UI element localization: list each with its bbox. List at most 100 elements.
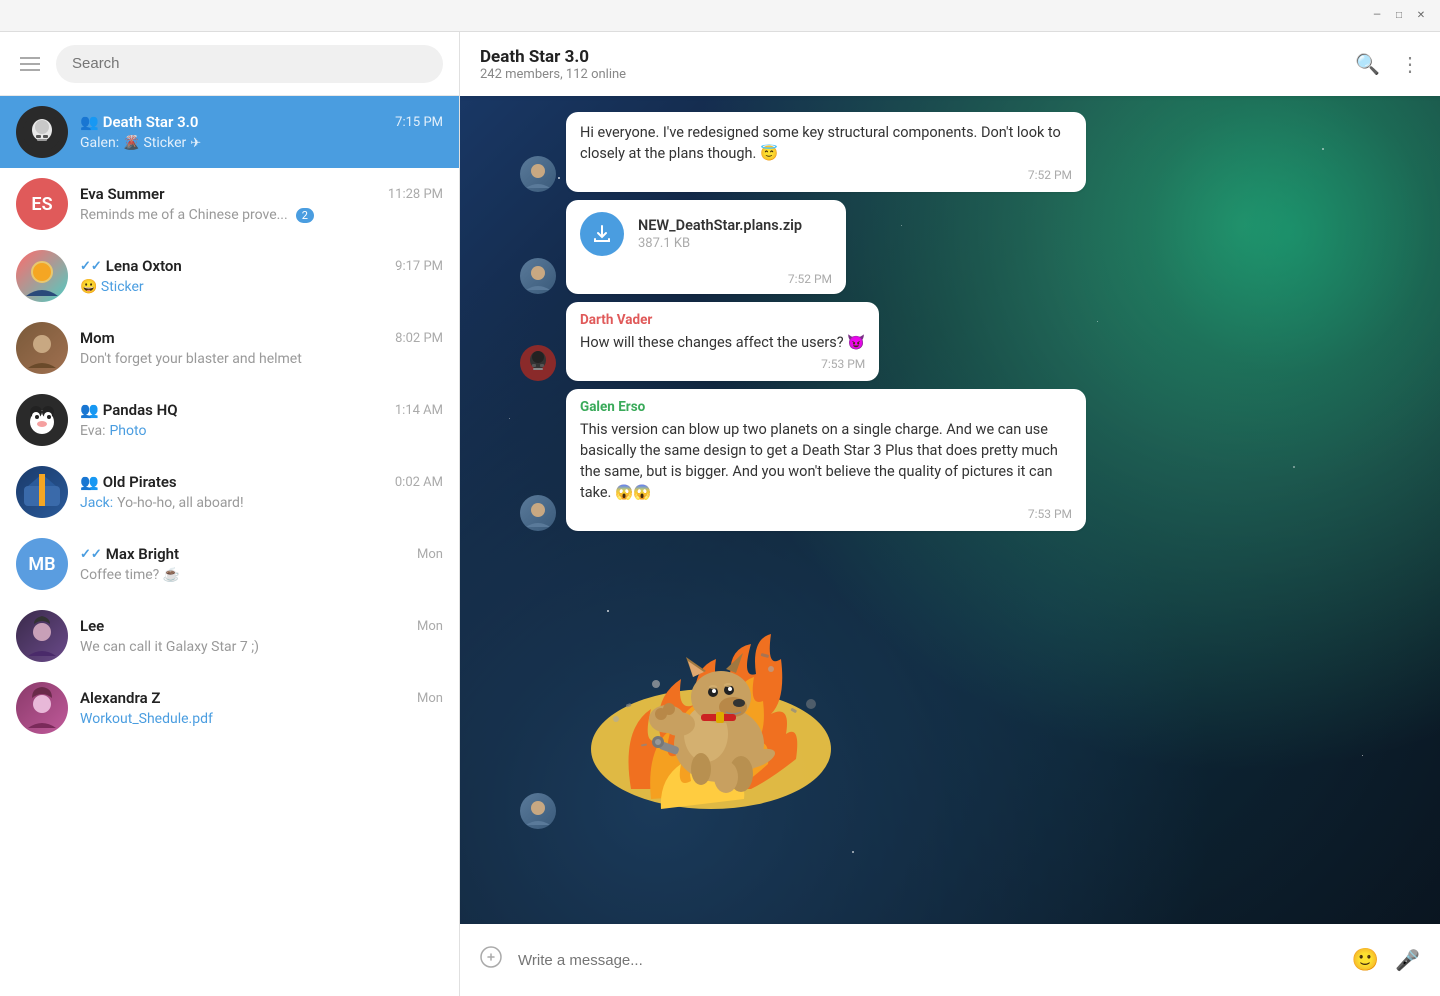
chat-content-pirates: 👥 Old Pirates 0:02 AM Jack: Yo-ho-ho, al…: [80, 473, 443, 511]
chat-content-lena: ✓✓ Lena Oxton 9:17 PM 😀 Sticker: [80, 257, 443, 295]
chat-item-pirates[interactable]: 👥 Old Pirates 0:02 AM Jack: Yo-ho-ho, al…: [0, 456, 459, 528]
chat-item-lee[interactable]: Lee Mon We can call it Galaxy Star 7 ;): [0, 600, 459, 672]
window-controls: — □ ✕: [1370, 9, 1428, 23]
minimize-button[interactable]: —: [1370, 9, 1384, 23]
sender-name-vader: Darth Vader: [580, 312, 865, 328]
read-receipt-maxbright: ✓✓: [80, 547, 102, 562]
chat-name-row-maxbright: ✓✓ Max Bright Mon: [80, 545, 443, 563]
chat-list: 👥 Death Star 3.0 7:15 PM Galen: 🌋 Sticke…: [0, 96, 459, 996]
chat-item-maxbright[interactable]: MB ✓✓ Max Bright Mon Coffee time? ☕: [0, 528, 459, 600]
chat-name-row-lee: Lee Mon: [80, 617, 443, 635]
chat-name-row-pirates: 👥 Old Pirates 0:02 AM: [80, 473, 443, 491]
chat-preview-eva: Reminds me of a Chinese prove... 2: [80, 207, 443, 223]
chat-item-lena[interactable]: ✓✓ Lena Oxton 9:17 PM 😀 Sticker: [0, 240, 459, 312]
attach-button[interactable]: [480, 946, 502, 974]
maximize-button[interactable]: □: [1392, 9, 1406, 23]
chat-name-row: 👥 Death Star 3.0 7:15 PM: [80, 113, 443, 131]
window-chrome: — □ ✕: [0, 0, 1440, 32]
chat-time-pandas: 1:14 AM: [395, 403, 443, 418]
read-receipt-lena: ✓✓: [80, 259, 102, 274]
chat-header-actions: 🔍 ⋮: [1355, 52, 1420, 76]
mic-button[interactable]: 🎤: [1395, 948, 1420, 972]
chat-preview-pirates: Jack: Yo-ho-ho, all aboard!: [80, 495, 443, 511]
chat-name-eva: Eva Summer: [80, 185, 165, 203]
bubble-1: Hi everyone. I've redesigned some key st…: [566, 112, 1086, 192]
bubble-text-3: How will these changes affect the users?…: [580, 332, 865, 353]
chat-name-row-eva: Eva Summer 11:28 PM: [80, 185, 443, 203]
sidebar: 👥 Death Star 3.0 7:15 PM Galen: 🌋 Sticke…: [0, 32, 460, 996]
chat-content-mom: Mom 8:02 PM Don't forget your blaster an…: [80, 329, 443, 367]
chat-header-info: Death Star 3.0 242 members, 112 online: [480, 47, 626, 82]
file-name: NEW_DeathStar.plans.zip: [638, 217, 832, 234]
chat-name-deathstar: 👥 Death Star 3.0: [80, 113, 199, 131]
chat-name-lena: ✓✓ Lena Oxton: [80, 257, 182, 275]
chat-preview-maxbright: Coffee time? ☕: [80, 567, 443, 583]
chat-content-deathstar: 👥 Death Star 3.0 7:15 PM Galen: 🌋 Sticke…: [80, 113, 443, 151]
chat-name-alex: Alexandra Z: [80, 689, 160, 707]
chat-content-pandas: 👥 Pandas HQ 1:14 AM Eva: Photo: [80, 401, 443, 439]
chat-name-row-pandas: 👥 Pandas HQ 1:14 AM: [80, 401, 443, 419]
chat-name-pandas: 👥 Pandas HQ: [80, 401, 178, 419]
avatar-lee: [16, 610, 68, 662]
msg-avatar-2: [520, 258, 556, 294]
chat-content-maxbright: ✓✓ Max Bright Mon Coffee time? ☕: [80, 545, 443, 583]
chat-time-lee: Mon: [417, 619, 443, 634]
chat-item-mom[interactable]: Mom 8:02 PM Don't forget your blaster an…: [0, 312, 459, 384]
message-input[interactable]: [518, 952, 1336, 969]
chat-item-eva[interactable]: ES Eva Summer 11:28 PM Reminds me of a C…: [0, 168, 459, 240]
file-size: 387.1 KB: [638, 236, 832, 251]
group-icon-pandas: 👥: [80, 401, 99, 419]
message-2: NEW_DeathStar.plans.zip 387.1 KB 7:52 PM: [520, 200, 1380, 294]
msg-avatar-1: [520, 156, 556, 192]
avatar-eva: ES: [16, 178, 68, 230]
chat-time-maxbright: Mon: [417, 547, 443, 562]
search-chat-button[interactable]: 🔍: [1355, 52, 1380, 76]
input-area: 🙂 🎤: [460, 924, 1440, 996]
chat-time-eva: 11:28 PM: [388, 187, 443, 202]
send-icon-deathstar: ✈: [190, 136, 201, 151]
file-time: 7:52 PM: [566, 272, 846, 294]
chat-time-lena: 9:17 PM: [395, 259, 443, 274]
bubble-text-4: This version can blow up two planets on …: [580, 419, 1072, 503]
chat-header-subtitle: 242 members, 112 online: [480, 67, 626, 82]
sticker-sender-avatar: [520, 793, 556, 829]
chat-content-eva: Eva Summer 11:28 PM Reminds me of a Chin…: [80, 185, 443, 223]
avatar-alex: [16, 682, 68, 734]
message-3: Darth Vader How will these changes affec…: [520, 302, 1380, 381]
hamburger-line: [20, 57, 40, 59]
hamburger-line: [20, 69, 40, 71]
avatar-pandas: [16, 394, 68, 446]
chat-name-pirates: 👥 Old Pirates: [80, 473, 177, 491]
bubble-time-3: 7:53 PM: [580, 357, 865, 371]
chat-preview-deathstar: Galen: 🌋 Sticker ✈: [80, 135, 443, 151]
file-download-button[interactable]: [580, 212, 624, 256]
more-options-button[interactable]: ⋮: [1400, 52, 1420, 76]
emoji-button[interactable]: 🙂: [1352, 948, 1379, 973]
chat-preview-lee: We can call it Galaxy Star 7 ;): [80, 639, 443, 655]
chat-name-maxbright: ✓✓ Max Bright: [80, 545, 179, 563]
group-icon-pirates: 👥: [80, 473, 99, 491]
photo-link-pandas: Photo: [109, 423, 146, 439]
chat-name-row-lena: ✓✓ Lena Oxton 9:17 PM: [80, 257, 443, 275]
avatar-deathstar: [16, 106, 68, 158]
close-button[interactable]: ✕: [1414, 9, 1428, 23]
message-1: Hi everyone. I've redesigned some key st…: [520, 112, 1380, 192]
avatar-maxbright: MB: [16, 538, 68, 590]
search-input[interactable]: [56, 45, 443, 83]
bubble-time-1: 7:52 PM: [580, 168, 1072, 182]
chat-item-alex[interactable]: Alexandra Z Mon Workout_Shedule.pdf: [0, 672, 459, 744]
chat-name-mom: Mom: [80, 329, 115, 347]
bubble-file: NEW_DeathStar.plans.zip 387.1 KB 7:52 PM: [566, 200, 846, 294]
chat-preview-alex: Workout_Shedule.pdf: [80, 711, 443, 727]
bubble-3: Darth Vader How will these changes affec…: [566, 302, 879, 381]
chat-item-deathstar[interactable]: 👥 Death Star 3.0 7:15 PM Galen: 🌋 Sticke…: [0, 96, 459, 168]
bubble-time-4: 7:53 PM: [580, 507, 1072, 521]
chat-content-lee: Lee Mon We can call it Galaxy Star 7 ;): [80, 617, 443, 655]
chat-name-row-alex: Alexandra Z Mon: [80, 689, 443, 707]
menu-button[interactable]: [16, 53, 44, 75]
chat-time-pirates: 0:02 AM: [395, 475, 443, 490]
chat-name-row-mom: Mom 8:02 PM: [80, 329, 443, 347]
chat-content-alex: Alexandra Z Mon Workout_Shedule.pdf: [80, 689, 443, 727]
chat-item-pandas[interactable]: 👥 Pandas HQ 1:14 AM Eva: Photo: [0, 384, 459, 456]
bubble-text-1: Hi everyone. I've redesigned some key st…: [580, 122, 1072, 164]
